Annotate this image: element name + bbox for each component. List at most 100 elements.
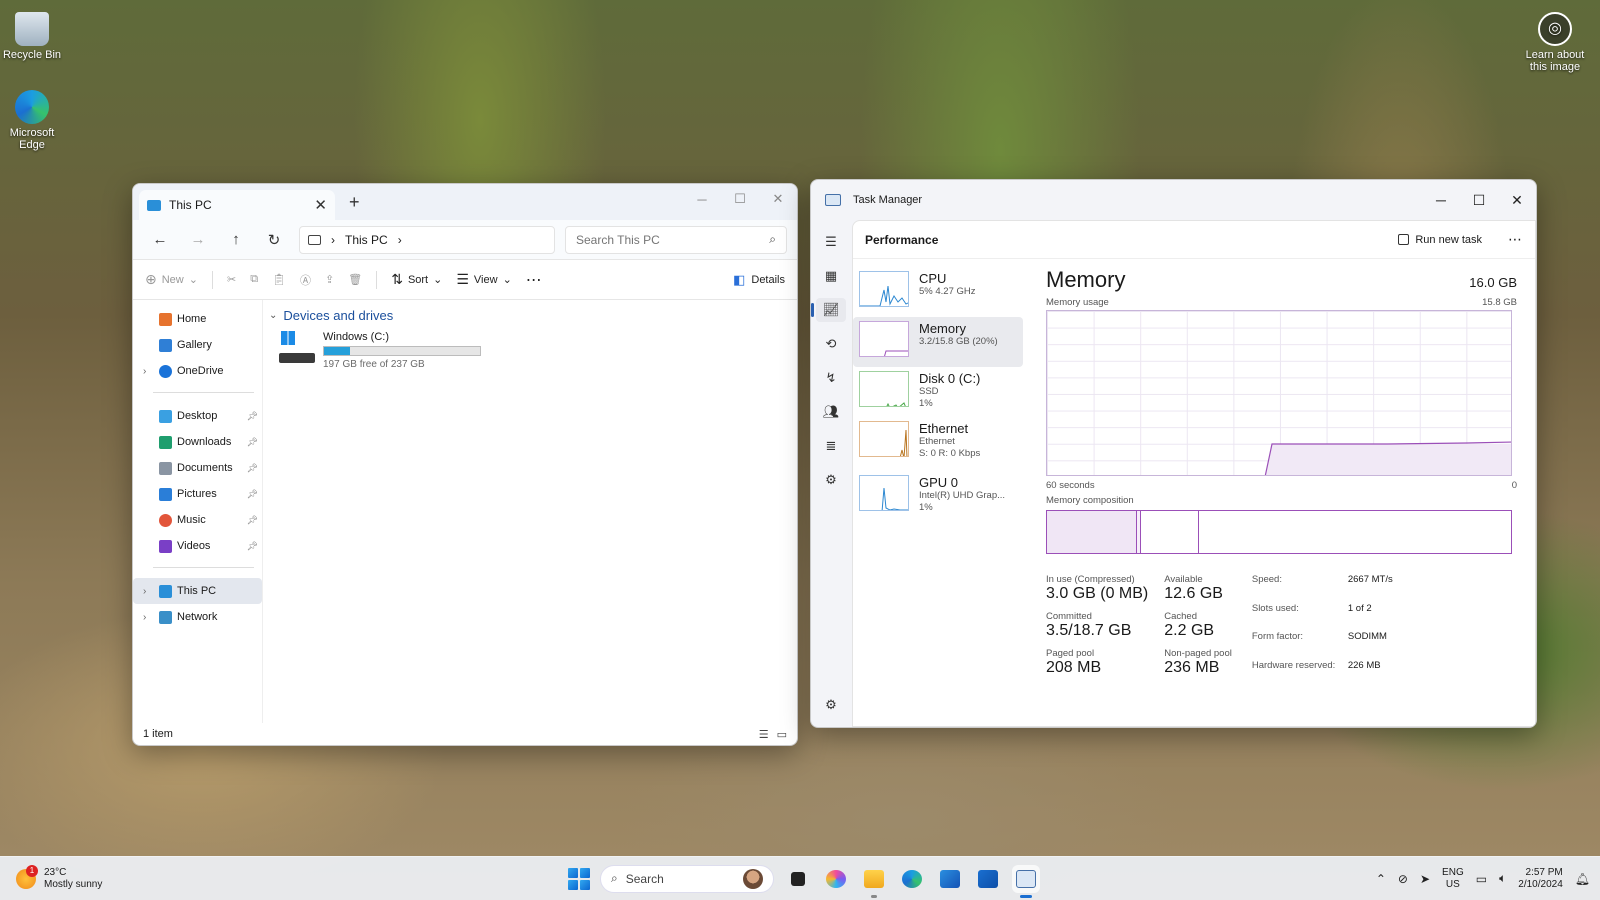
composition-standby[interactable] [1141,511,1200,553]
taskbar-search[interactable]: ⌕ Search [600,864,774,893]
start-button[interactable] [568,867,590,890]
sidebar-item-home[interactable]: Home [133,306,262,332]
sidebar-item-music[interactable]: Music 📌︎ [133,507,262,533]
sidebar-item-network[interactable]: › Network [133,604,262,630]
sidebar-item-onedrive[interactable]: › OneDrive [133,358,262,384]
new-tab-button[interactable]: + [349,192,360,213]
clock[interactable]: 2:57 PM 2/10/2024 [1518,867,1563,891]
tab-this-pc[interactable]: This PC ✕ [139,190,335,220]
perf-sub: 3.2/15.8 GB (20%) [919,336,998,347]
back-arrow-icon[interactable]: ← [141,231,179,248]
tab-close-icon[interactable]: ✕ [314,196,327,214]
copilot-icon[interactable] [822,865,850,893]
run-new-task-button[interactable]: Run new task [1398,234,1482,246]
volume-icon[interactable]: 🔈︎ [1499,871,1506,886]
new-button[interactable]: ⊕ New ⌄ [145,271,198,288]
copy-icon[interactable]: ⧉ [250,273,258,286]
processes-icon[interactable]: ▦ [816,264,846,288]
users-icon[interactable]: 👥︎ [816,400,846,424]
sidebar-item-videos[interactable]: Videos 📌︎ [133,533,262,559]
drive-item[interactable]: Windows (C:) 197 GB free of 237 GB [279,331,791,370]
group-header[interactable]: ⌄ Devices and drives [269,308,791,323]
close-window-icon[interactable]: ✕ [1498,185,1536,215]
rename-icon[interactable]: Ⓐ [300,272,311,288]
details-view-icon[interactable]: ☰ [759,728,769,741]
refresh-icon[interactable]: ↻ [255,231,293,249]
view-label: View [473,273,498,286]
perf-item-disk[interactable]: Disk 0 (C:) SSD 1% [853,367,1023,417]
paste-icon[interactable]: 📋︎ [272,273,286,286]
language-indicator[interactable]: ENG US [1442,867,1464,891]
navigation-pane: Home Gallery › OneDrive Desktop 📌︎ Downloa… [133,300,263,723]
startup-apps-icon[interactable]: ↯ [816,366,846,390]
sidebar-item-downloads[interactable]: Downloads 📌︎ [133,429,262,455]
explorer-tab-bar: This PC ✕ + ─ ☐ ✕ [133,184,797,220]
chevron-down-icon[interactable]: ⌄ [269,310,277,321]
cut-icon[interactable]: ✂ [227,273,236,286]
search-box[interactable]: ⌕ [565,225,787,254]
sidebar-item-pictures[interactable]: Pictures 📌︎ [133,481,262,507]
sidebar-item-gallery[interactable]: Gallery [133,332,262,358]
sidebar-item-this-pc[interactable]: › This PC [133,578,262,604]
more-options-icon[interactable]: ⋯ [526,270,542,290]
edge-taskbar-icon[interactable] [898,865,926,893]
chevron-right-icon[interactable]: › [143,366,146,377]
app-history-icon[interactable]: ⟲ [816,332,846,356]
forward-arrow-icon[interactable]: → [179,231,217,248]
minimize-icon[interactable]: ─ [683,184,721,214]
up-arrow-icon[interactable]: ↑ [217,231,255,248]
perf-item-memory[interactable]: Memory 3.2/15.8 GB (20%) [853,317,1023,367]
chevron-up-icon[interactable]: ⌃ [1376,872,1386,886]
weather-widget[interactable]: 1 23°C Mostly sunny [16,864,103,891]
search-input[interactable] [576,232,770,247]
close-window-icon[interactable]: ✕ [759,184,797,214]
tiles-view-icon[interactable]: ▭ [777,728,787,741]
maximize-icon[interactable]: ☐ [1460,185,1498,215]
file-explorer-taskbar-icon[interactable] [860,865,888,898]
perf-item-ethernet[interactable]: Ethernet Ethernet S: 0 R: 0 Kbps [853,417,1023,471]
network-offline-icon[interactable]: ⊘ [1398,872,1408,886]
learn-about-image[interactable]: ◎ Learn about this image [1520,12,1590,73]
taskbar-apps: ⌕ Search [568,864,1040,898]
chevron-right-icon[interactable]: › [398,233,402,247]
pin-icon: 📌︎ [246,462,258,473]
sidebar-item-documents[interactable]: Documents 📌︎ [133,455,262,481]
task-manager-taskbar-icon[interactable] [1012,864,1040,898]
weather-desc: Mostly sunny [44,878,103,890]
memory-usage-label: Memory usage [1046,297,1109,308]
display-icon[interactable]: ▭ [1476,872,1487,886]
edge-desktop-icon[interactable]: Microsoft Edge [0,90,64,151]
minimize-icon[interactable]: ─ [1422,185,1460,215]
chevron-right-icon[interactable]: › [143,612,146,623]
address-bar[interactable]: › This PC › [299,225,555,254]
kv-value: 2667 MT/s [1347,574,1393,585]
sidebar-item-desktop[interactable]: Desktop 📌︎ [133,403,262,429]
sort-button[interactable]: ⇅ Sort ⌄ [391,271,442,288]
performance-icon[interactable]: 📈︎ [811,298,846,322]
details-list-icon[interactable]: ≣ [816,434,846,458]
composition-in-use[interactable] [1047,511,1137,553]
share-icon[interactable]: ⇪ [325,273,334,286]
maximize-icon[interactable]: ☐ [721,184,759,214]
task-view-icon[interactable] [784,865,812,893]
composition-free[interactable] [1199,511,1511,553]
services-icon[interactable]: ⚙ [816,468,846,492]
store-icon[interactable] [936,865,964,893]
outlook-icon[interactable] [974,865,1002,893]
more-options-icon[interactable]: ⋯ [1508,231,1523,248]
details-pane-icon: ◧ [733,271,746,287]
perf-item-gpu[interactable]: GPU 0 Intel(R) UHD Grap... 1% [853,471,1023,525]
chevron-right-icon[interactable]: › [143,586,146,597]
details-button[interactable]: ◧ Details [733,272,785,288]
delete-icon[interactable]: 🗑︎ [348,273,362,286]
location-icon[interactable]: ➤ [1420,872,1430,886]
breadcrumb-this-pc[interactable]: This PC [345,233,388,247]
perf-item-cpu[interactable]: CPU 5% 4.27 GHz [853,267,1023,317]
perf-sub: 1% [919,502,933,513]
sidebar-label: Documents [177,462,233,474]
view-button[interactable]: ☰ View ⌄ [456,271,511,288]
hamburger-menu-icon[interactable]: ☰ [816,230,846,254]
settings-gear-icon[interactable]: ⚙ [816,693,846,717]
recycle-bin-icon[interactable]: Recycle Bin [0,12,64,61]
notification-bell-icon[interactable]: 🔔︎ [1575,872,1590,886]
